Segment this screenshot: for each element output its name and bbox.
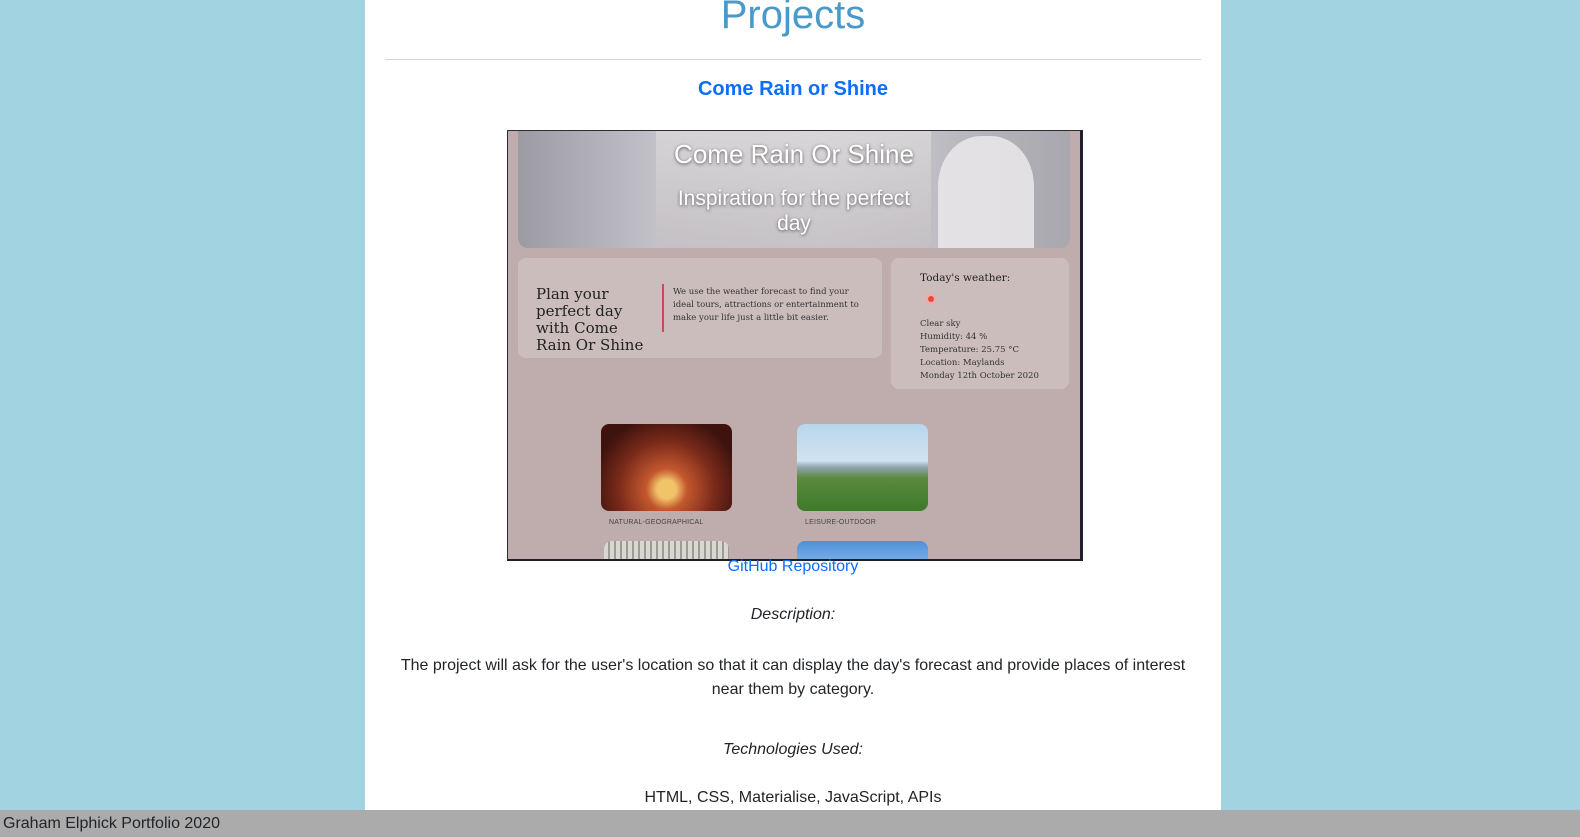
project-screenshot: Come Rain Or Shine Inspiration for the p… (507, 130, 1083, 561)
footer: Graham Elphick Portfolio 2020 (0, 810, 1580, 837)
title-divider (385, 59, 1201, 60)
technologies-label: Technologies Used: (723, 741, 863, 758)
plan-card: Plan your perfect day with Come Rain Or … (518, 258, 882, 358)
technologies-list: HTML, CSS, Materialise, JavaScript, APIs (644, 789, 942, 806)
category-label-natural: NATURAL-GEOGRAPHICAL (609, 519, 704, 526)
category-image-leisure (797, 424, 928, 511)
plan-heading: Plan your perfect day with Come Rain Or … (536, 285, 644, 354)
hero-title: Come Rain Or Shine (674, 139, 914, 169)
github-repository-link[interactable]: GitHub Repository (365, 558, 1221, 576)
weather-date: Monday 12th October 2020 (920, 371, 1039, 381)
weather-humidity: Humidity: 44 % (920, 332, 988, 342)
weather-condition: Clear sky (920, 319, 961, 329)
weather-card: Today's weather: Clear sky Humidity: 44 … (891, 258, 1069, 389)
weather-heading: Today's weather: (920, 272, 1011, 284)
category-image-natural (601, 424, 732, 511)
page-title: Projects (720, 0, 866, 37)
project-description: The project will ask for the user's loca… (400, 657, 1186, 698)
project-title: Come Rain or Shine (697, 78, 889, 100)
screenshot-hero: Come Rain Or Shine Inspiration for the p… (518, 131, 1070, 248)
hero-subtitle: Inspiration for the perfect day (677, 187, 911, 235)
sun-icon (928, 296, 934, 302)
plan-accent-bar (662, 284, 664, 332)
category-label-leisure: LEISURE-OUTDOOR (805, 519, 877, 526)
footer-text: Graham Elphick Portfolio 2020 (3, 815, 220, 832)
main-container: Projects Come Rain or Shine Come Rain Or… (365, 0, 1221, 837)
description-label: Description: (750, 606, 836, 623)
weather-temperature: Temperature: 25.75 °C (920, 345, 1020, 355)
weather-location: Location: Maylands (920, 358, 1005, 368)
plan-text: We use the weather forecast to find your… (673, 287, 859, 323)
